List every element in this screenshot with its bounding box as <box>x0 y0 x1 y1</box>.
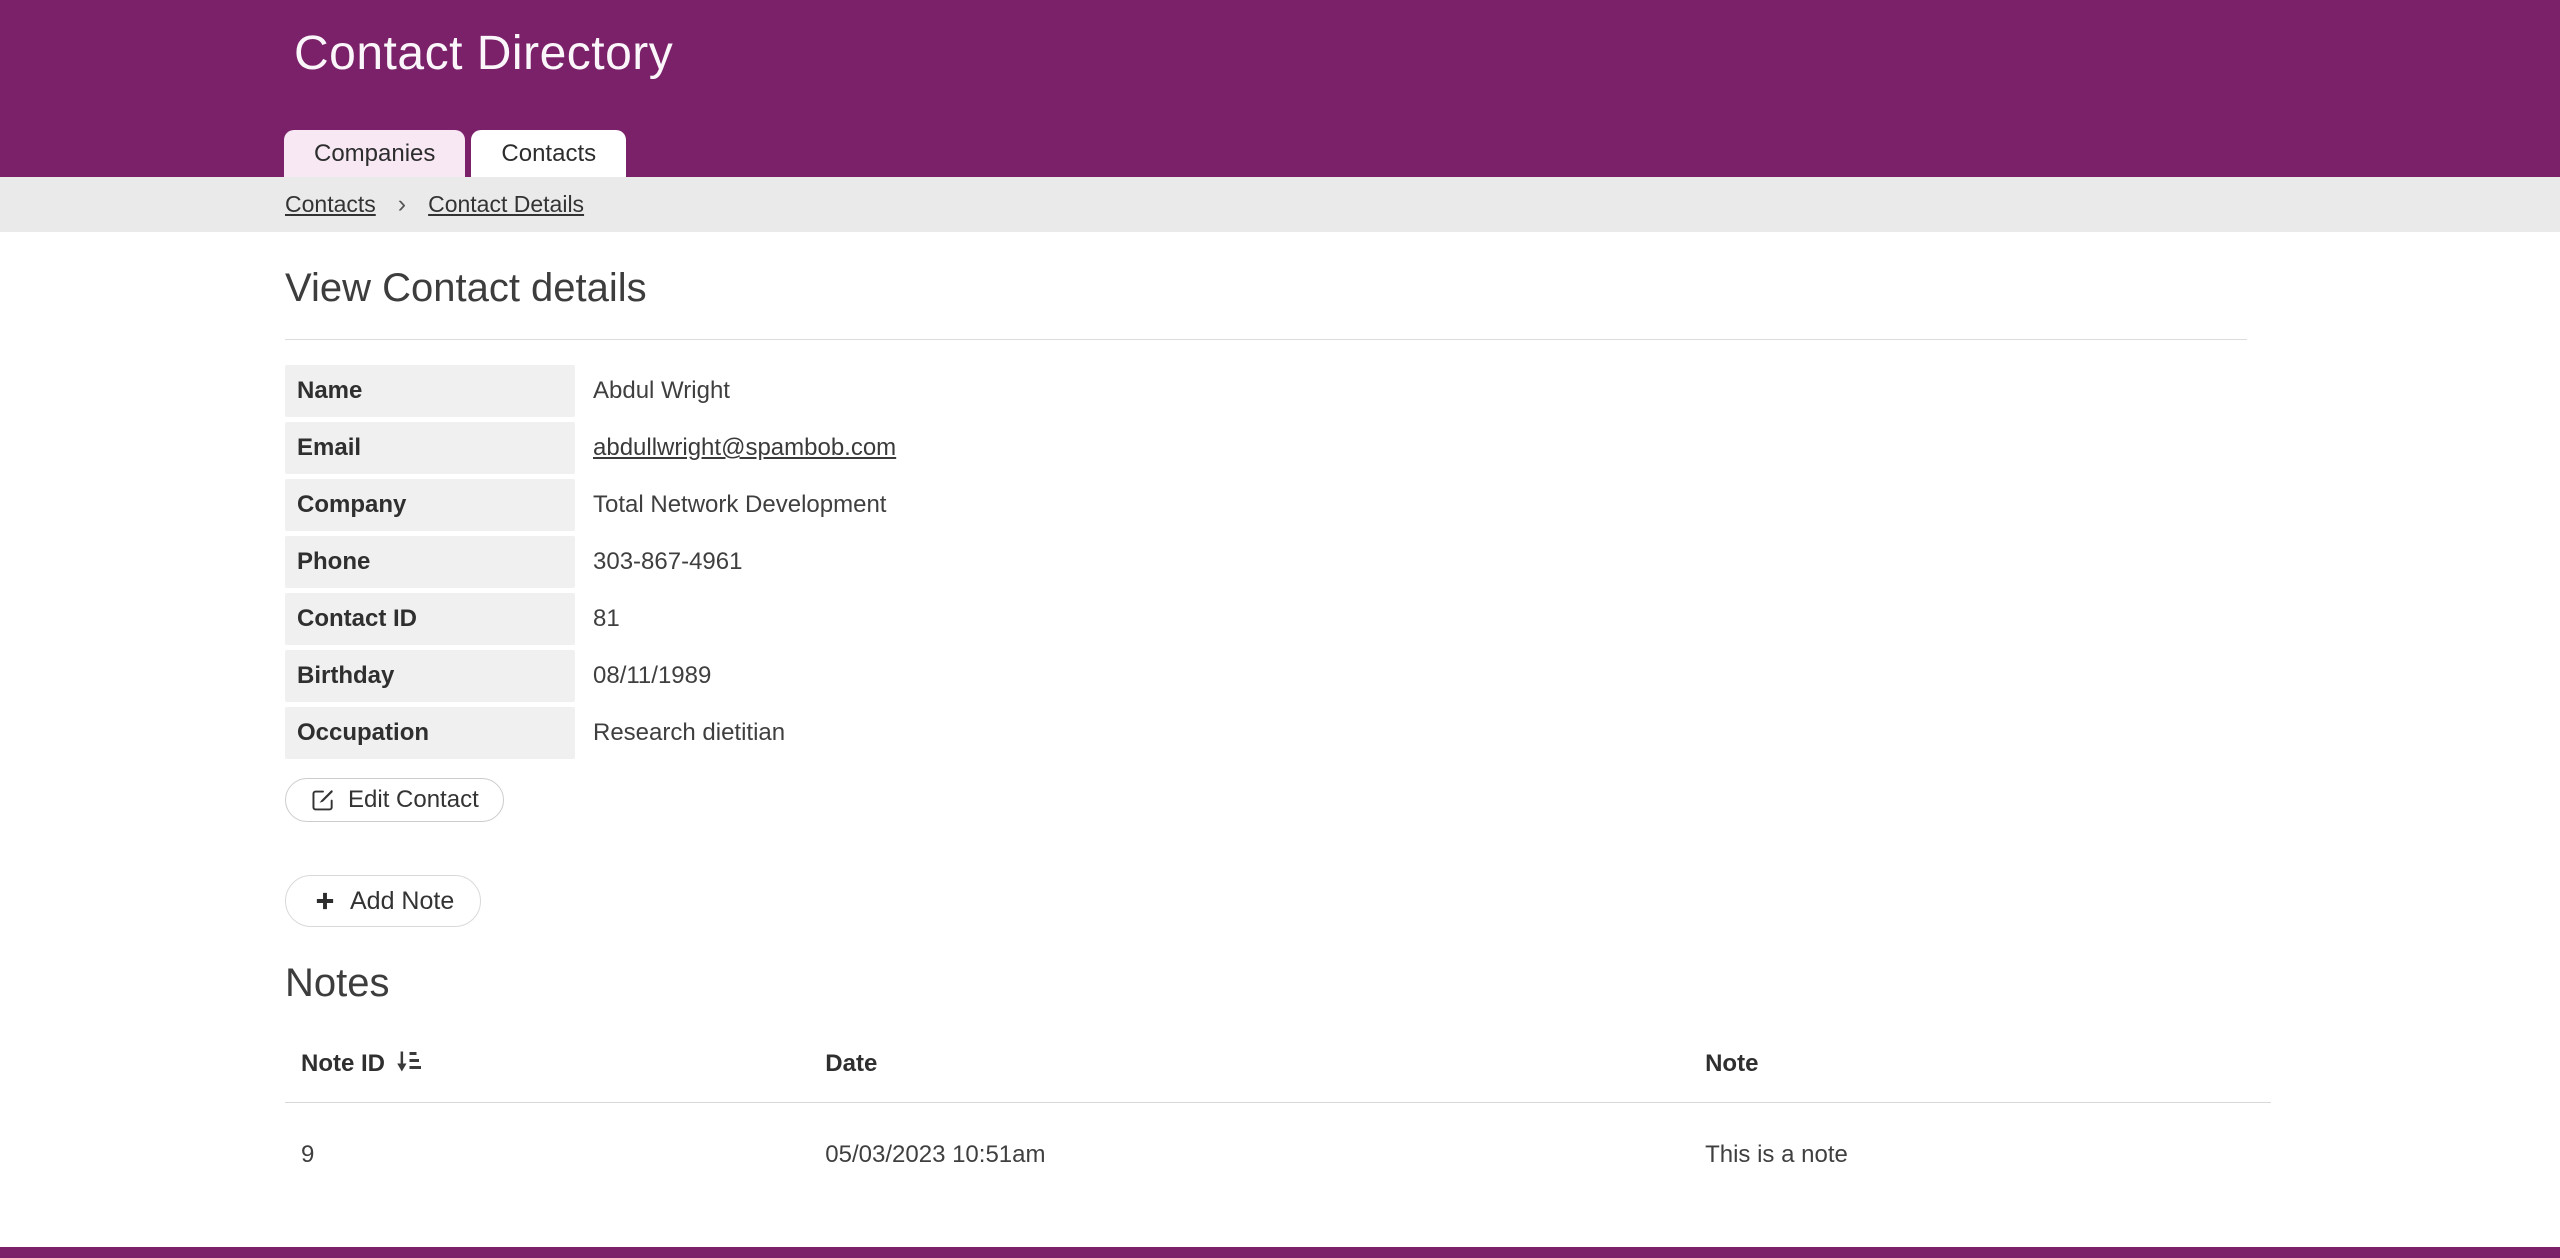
page-title: View Contact details <box>285 266 647 310</box>
notes-table: Note ID Date Note 9 05/03/2023 10:51am T… <box>285 1035 2271 1199</box>
column-header-label: Note ID <box>301 1050 385 1077</box>
breadcrumb-separator-icon: › <box>397 190 407 218</box>
breadcrumb-link-contact-details[interactable]: Contact Details <box>428 191 584 218</box>
app-header: Contact Directory Companies Contacts <box>0 0 2560 177</box>
detail-row-phone: Phone 303-867-4961 <box>285 536 2271 588</box>
detail-label: Email <box>285 422 575 474</box>
breadcrumb-link-contacts[interactable]: Contacts <box>285 191 376 218</box>
detail-row-birthday: Birthday 08/11/1989 <box>285 650 2271 702</box>
detail-row-contact-id: Contact ID 81 <box>285 593 2271 645</box>
notes-section-title: Notes <box>285 961 390 1005</box>
tab-companies[interactable]: Companies <box>284 130 466 177</box>
heading-divider <box>285 339 2247 340</box>
tab-contacts[interactable]: Contacts <box>471 130 627 177</box>
detail-value: Abdul Wright <box>593 377 730 404</box>
breadcrumb: Contacts › Contact Details <box>0 177 2560 232</box>
detail-value: 08/11/1989 <box>593 662 712 689</box>
detail-value: abdullwright@spambob.com <box>575 422 896 474</box>
detail-label: Contact ID <box>285 593 575 645</box>
footer-accent-bar <box>0 1247 2560 1258</box>
edit-contact-label: Edit Contact <box>348 786 479 813</box>
notes-table-header-row: Note ID Date Note <box>285 1035 2271 1103</box>
plus-icon <box>312 888 338 914</box>
add-note-button[interactable]: Add Note <box>285 875 482 927</box>
sort-amount-down-icon <box>395 1049 421 1075</box>
detail-value: Research dietitian <box>593 719 786 746</box>
detail-row-company: Company Total Network Development <box>285 479 2271 531</box>
detail-value: 81 <box>593 605 620 632</box>
column-header-note: Note <box>1689 1035 2271 1103</box>
note-text-cell: This is a note <box>1705 1141 1848 1168</box>
tab-bar: Companies Contacts <box>284 130 627 177</box>
detail-label: Phone <box>285 536 575 588</box>
edit-contact-button[interactable]: Edit Contact <box>285 778 504 822</box>
detail-row-email: Email abdullwright@spambob.com <box>285 422 2271 474</box>
note-date-cell: 05/03/2023 10:51am <box>825 1141 1046 1168</box>
note-id-cell: 9 <box>301 1141 315 1168</box>
app-title: Contact Directory <box>294 27 674 80</box>
detail-label: Occupation <box>285 707 575 759</box>
email-link[interactable]: abdullwright@spambob.com <box>593 434 896 461</box>
main-content: View Contact details Name Abdul Wright E… <box>285 264 2271 1199</box>
column-header-date: Date <box>809 1035 1690 1103</box>
contact-details-list: Name Abdul Wright Email abdullwright@spa… <box>285 365 2271 759</box>
add-note-label: Add Note <box>350 886 455 915</box>
note-table-row: 9 05/03/2023 10:51am This is a note <box>285 1103 2271 1200</box>
detail-row-occupation: Occupation Research dietitian <box>285 707 2271 759</box>
detail-value: 303-867-4961 <box>593 548 743 575</box>
detail-label: Company <box>285 479 575 531</box>
column-header-note-id[interactable]: Note ID <box>285 1035 810 1103</box>
edit-pencil-square-icon <box>310 787 336 813</box>
detail-value: Total Network Development <box>593 491 887 518</box>
detail-row-name: Name Abdul Wright <box>285 365 2271 417</box>
detail-label: Birthday <box>285 650 575 702</box>
detail-label: Name <box>285 365 575 417</box>
